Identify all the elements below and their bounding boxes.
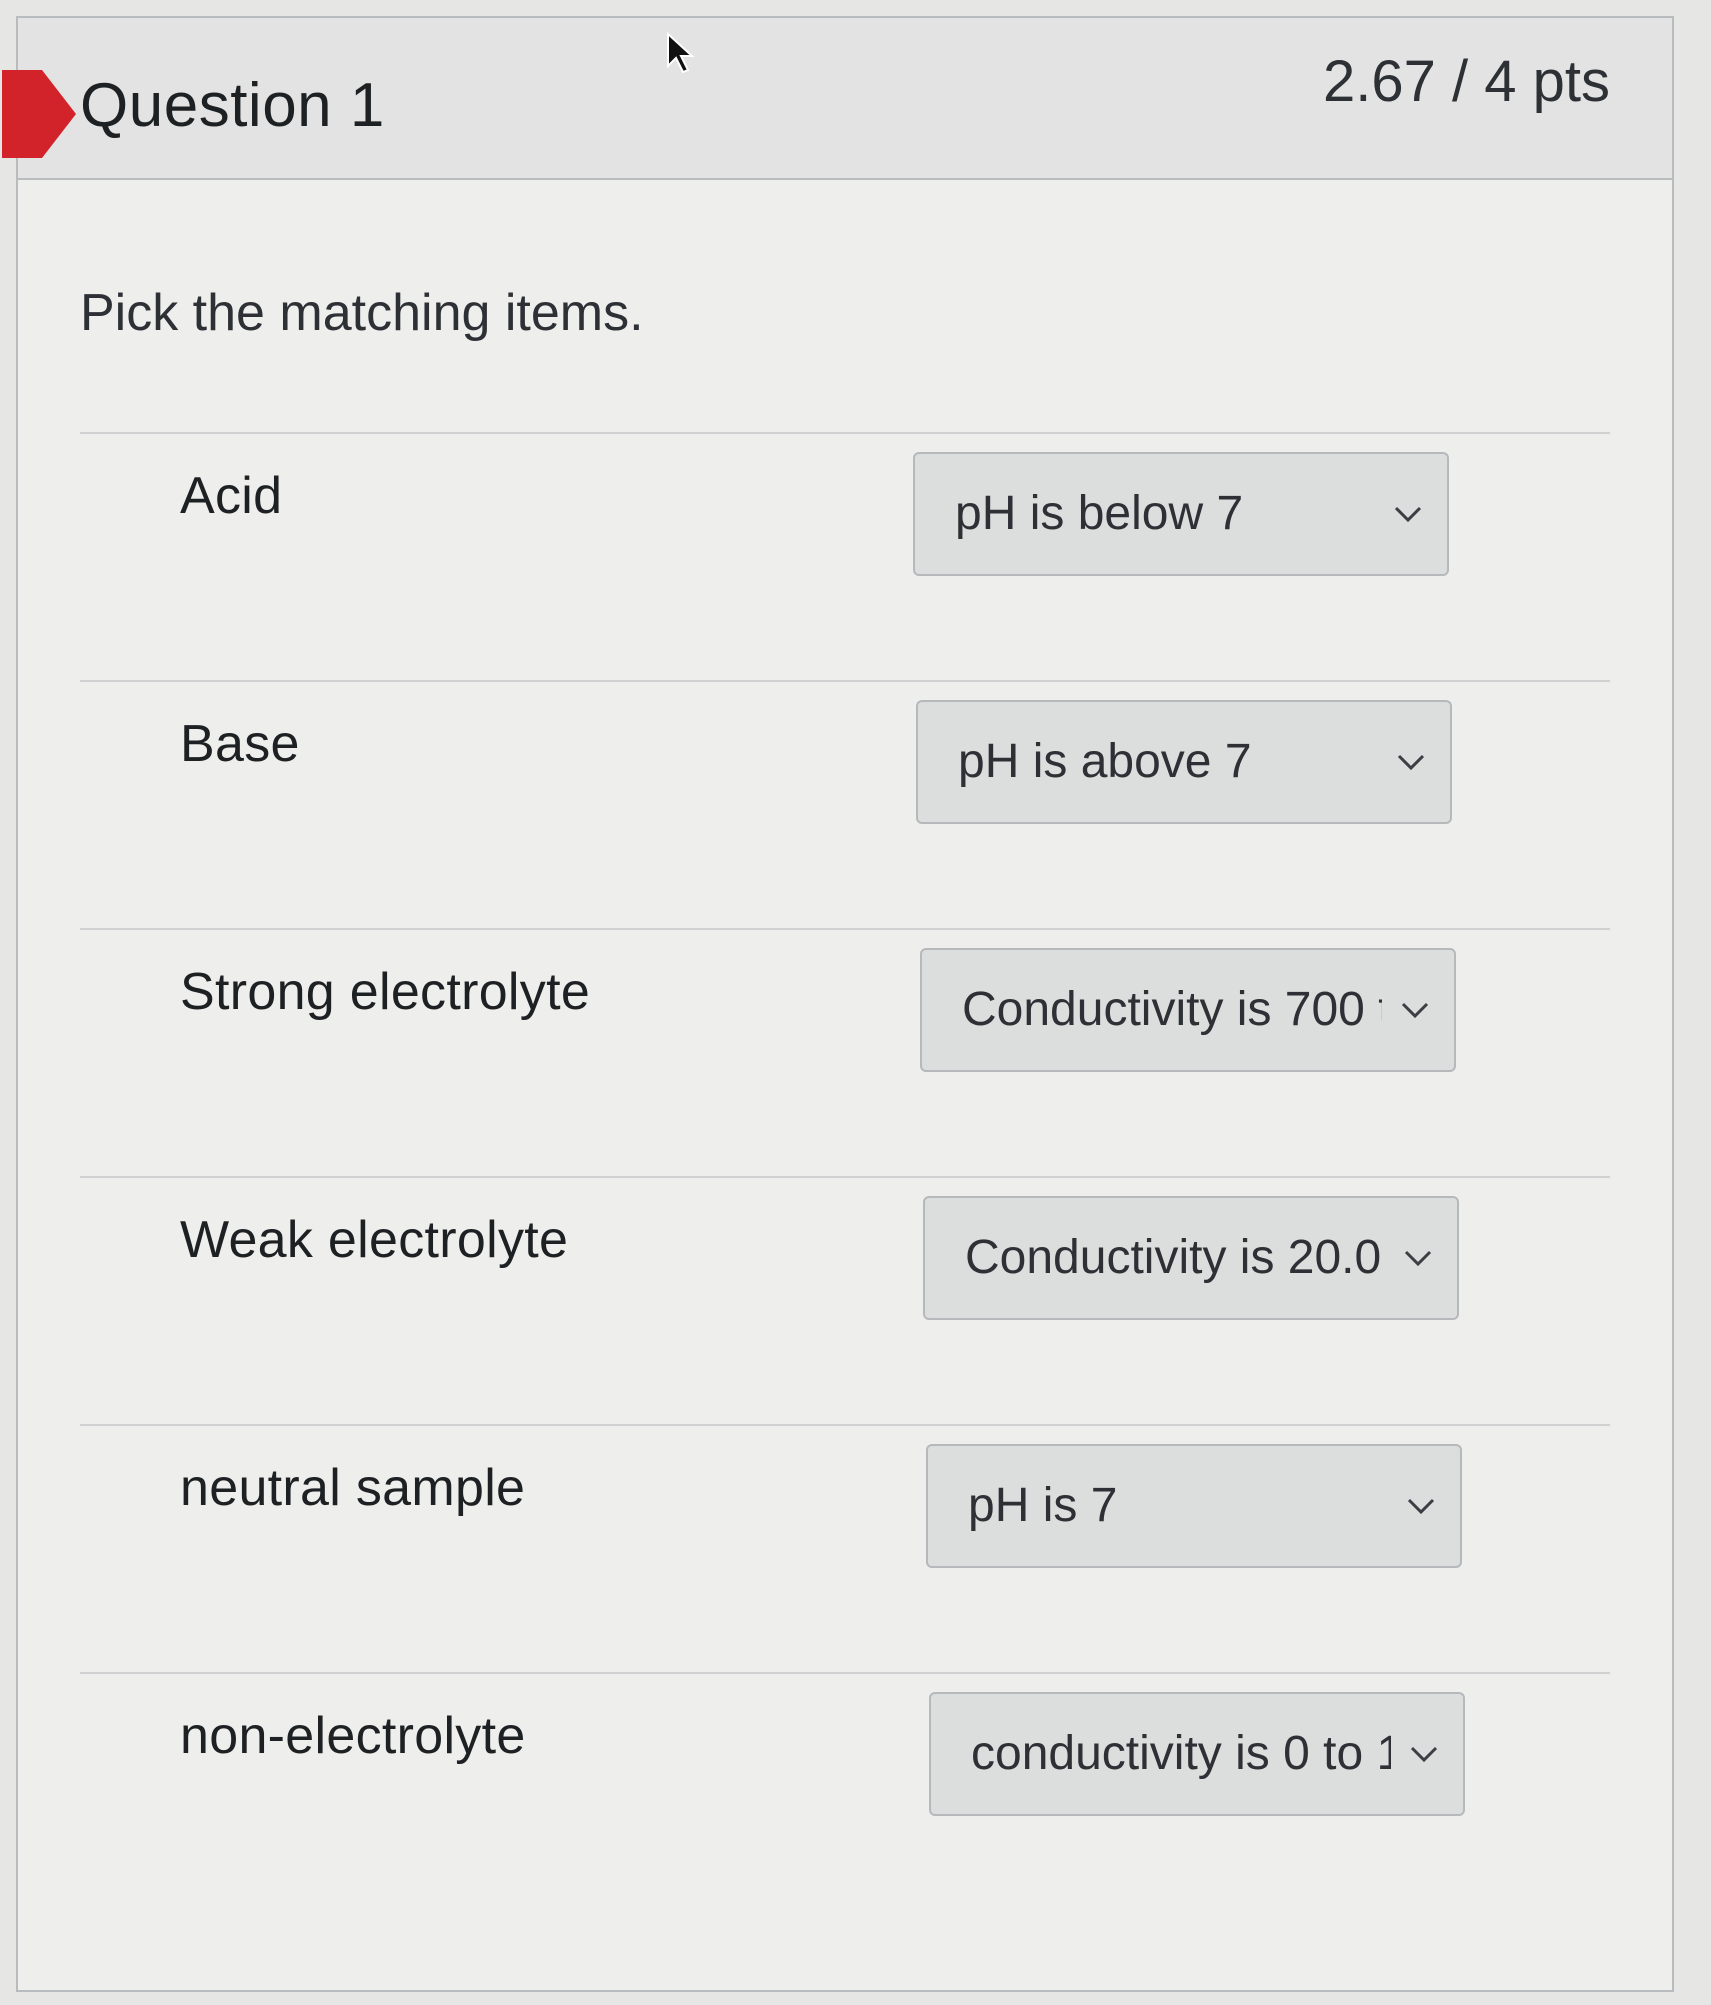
match-label: Base <box>180 715 300 773</box>
chevron-down-icon <box>1397 754 1425 771</box>
match-row-neutral-sample: neutral sample pH is 7 <box>80 1424 1610 1674</box>
answer-select-neutral-sample[interactable]: pH is 7 <box>926 1444 1462 1568</box>
match-label: Weak electrolyte <box>180 1211 569 1269</box>
select-value: conductivity is 0 to 1 <box>971 1727 1391 1780</box>
select-value: Conductivity is 700 t <box>962 983 1382 1036</box>
match-row-strong-electrolyte: Strong electrolyte Conductivity is 700 t <box>80 928 1610 1178</box>
chevron-down-icon <box>1407 1498 1435 1515</box>
question-points: 2.67 / 4 pts <box>1323 49 1610 114</box>
answer-select-weak-electrolyte[interactable]: Conductivity is 20.0 t <box>923 1196 1459 1320</box>
select-value: pH is below 7 <box>955 487 1244 540</box>
answer-select-strong-electrolyte[interactable]: Conductivity is 700 t <box>920 948 1456 1072</box>
chevron-down-icon <box>1394 506 1422 523</box>
chevron-down-icon <box>1410 1746 1438 1763</box>
match-label: non-electrolyte <box>180 1707 526 1765</box>
flag-icon[interactable] <box>2 60 76 168</box>
match-row-non-electrolyte: non-electrolyte conductivity is 0 to 1 <box>80 1672 1610 1922</box>
question-prompt: Pick the matching items. <box>80 284 644 342</box>
match-row-base: Base pH is above 7 <box>80 680 1610 930</box>
answer-select-base[interactable]: pH is above 7 <box>916 700 1452 824</box>
select-value: Conductivity is 20.0 t <box>965 1231 1385 1284</box>
match-label: neutral sample <box>180 1459 526 1517</box>
mouse-pointer-icon <box>667 31 695 74</box>
answer-select-acid[interactable]: pH is below 7 <box>913 452 1449 576</box>
chevron-down-icon <box>1401 1002 1429 1019</box>
match-row-acid: Acid pH is below 7 <box>80 432 1610 682</box>
answer-select-non-electrolyte[interactable]: conductivity is 0 to 1 <box>929 1692 1465 1816</box>
question-title: Question 1 <box>80 71 385 140</box>
match-label: Acid <box>180 467 283 525</box>
question-card: Question 1 2.67 / 4 pts Pick the matchin… <box>2 16 1674 1992</box>
question-header: Question 1 2.67 / 4 pts <box>2 18 1672 180</box>
chevron-down-icon <box>1404 1250 1432 1267</box>
match-row-weak-electrolyte: Weak electrolyte Conductivity is 20.0 t <box>80 1176 1610 1426</box>
select-value: pH is above 7 <box>958 735 1252 788</box>
select-value: pH is 7 <box>968 1479 1118 1532</box>
match-label: Strong electrolyte <box>180 963 591 1021</box>
